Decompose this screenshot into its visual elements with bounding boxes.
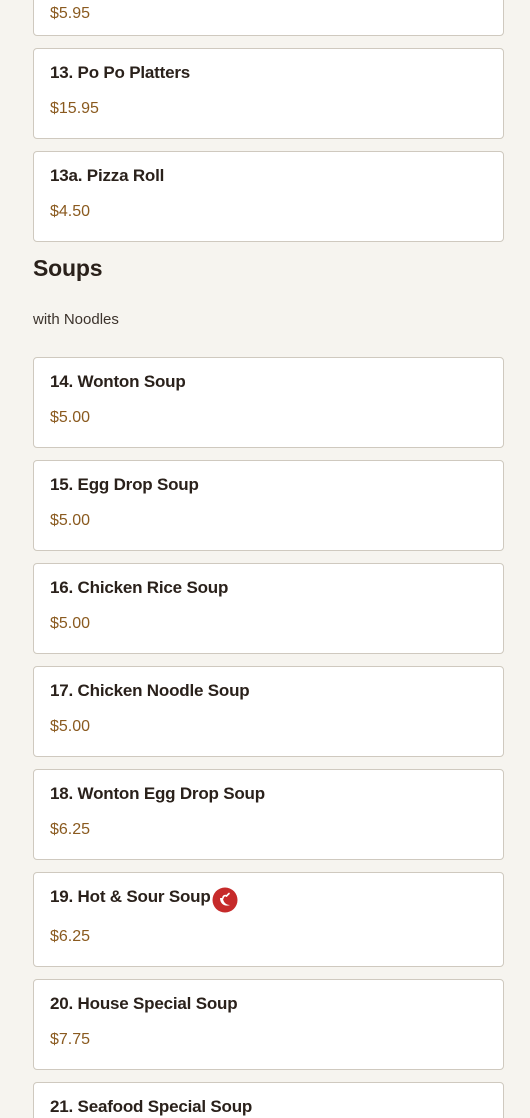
item-price: $6.25 [50, 821, 91, 838]
item-name: 21. Seafood Special Soup [50, 1097, 253, 1116]
menu-page: $5.95 13. Po Po Platters $15.95 13a. Piz… [0, 0, 530, 1118]
menu-item-card[interactable]: 20. House Special Soup $7.75 [33, 979, 504, 1070]
item-price: $5.00 [50, 512, 91, 529]
item-price: $5.00 [50, 718, 91, 735]
menu-item-card[interactable]: 13a. Pizza Roll $4.50 [33, 151, 504, 242]
menu-item-card[interactable]: 17. Chicken Noodle Soup $5.00 [33, 666, 504, 757]
item-name: 16. Chicken Rice Soup [50, 578, 229, 597]
item-name: 15. Egg Drop Soup [50, 475, 199, 494]
section-title: Soups [33, 255, 103, 281]
menu-item-card[interactable]: 13. Po Po Platters $15.95 [33, 48, 504, 139]
menu-item-card[interactable]: 15. Egg Drop Soup $5.00 [33, 460, 504, 551]
menu-item-card[interactable]: $5.95 [33, 0, 504, 36]
item-name: 17. Chicken Noodle Soup [50, 681, 250, 700]
item-price: $4.50 [50, 203, 91, 220]
item-name: 13a. Pizza Roll [50, 166, 165, 185]
item-name: 20. House Special Soup [50, 994, 238, 1013]
item-name: 18. Wonton Egg Drop Soup [50, 784, 265, 803]
menu-item-card[interactable]: 19. Hot & Sour Soup $6.25 [33, 872, 504, 967]
item-price: $7.75 [50, 1031, 91, 1048]
item-price: $15.95 [50, 100, 99, 117]
item-price: $5.95 [50, 5, 91, 22]
menu-item-card[interactable]: 14. Wonton Soup $5.00 [33, 357, 504, 448]
item-name: 14. Wonton Soup [50, 372, 186, 391]
spicy-pepper-icon [212, 887, 238, 913]
item-price: $5.00 [50, 409, 91, 426]
item-price: $6.25 [50, 928, 91, 945]
section-description: with Noodles [33, 311, 119, 328]
item-price: $5.00 [50, 615, 91, 632]
item-name: 19. Hot & Sour Soup [50, 887, 211, 906]
item-name: 13. Po Po Platters [50, 63, 191, 82]
menu-item-card[interactable]: 18. Wonton Egg Drop Soup $6.25 [33, 769, 504, 860]
menu-item-card[interactable]: 16. Chicken Rice Soup $5.00 [33, 563, 504, 654]
menu-item-card[interactable]: 21. Seafood Special Soup [33, 1082, 504, 1118]
